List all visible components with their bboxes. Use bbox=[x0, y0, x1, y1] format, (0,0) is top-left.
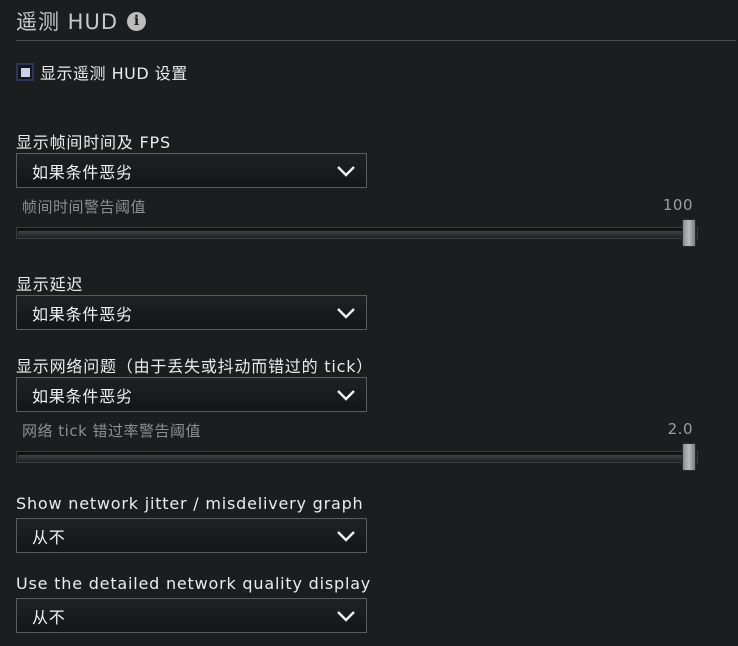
slider-fill bbox=[18, 455, 682, 460]
show-telemetry-hud-checkbox-row[interactable]: 显示遥测 HUD 设置 bbox=[16, 60, 188, 84]
frametime-warning-threshold-label: 帧间时间警告阈值 bbox=[22, 198, 147, 216]
network-problems-dropdown[interactable]: 如果条件恶劣 bbox=[16, 377, 367, 412]
slider-thumb[interactable] bbox=[682, 443, 696, 471]
network-problems-dropdown-value: 如果条件恶劣 bbox=[32, 386, 133, 406]
network-problems-label: 显示网络问题（由于丢失或抖动而错过的 tick） bbox=[16, 357, 374, 376]
info-icon[interactable]: i bbox=[127, 12, 147, 31]
section-header: 遥测 HUD i bbox=[16, 8, 736, 41]
frametime-fps-label: 显示帧间时间及 FPS bbox=[16, 133, 171, 152]
frametime-fps-dropdown-value: 如果条件恶劣 bbox=[32, 162, 133, 182]
chevron-down-icon bbox=[337, 307, 355, 319]
detailed-network-quality-label: Use the detailed network quality display bbox=[16, 574, 372, 593]
frametime-warning-threshold-value: 100 bbox=[662, 196, 693, 214]
jitter-graph-dropdown-value: 从不 bbox=[32, 527, 66, 547]
jitter-graph-label: Show network jitter / misdelivery graph bbox=[16, 494, 364, 513]
detailed-network-quality-dropdown-value: 从不 bbox=[32, 607, 66, 627]
latency-dropdown-value: 如果条件恶劣 bbox=[32, 304, 133, 324]
show-telemetry-hud-label: 显示遥测 HUD 设置 bbox=[40, 64, 188, 83]
section-title: 遥测 HUD bbox=[16, 10, 119, 34]
chevron-down-icon bbox=[337, 165, 355, 177]
checkbox-checked-mark bbox=[20, 67, 30, 77]
chevron-down-icon bbox=[337, 530, 355, 542]
frametime-warning-threshold-slider[interactable] bbox=[16, 219, 698, 247]
chevron-down-icon bbox=[337, 610, 355, 622]
jitter-graph-dropdown[interactable]: 从不 bbox=[16, 518, 367, 553]
show-telemetry-hud-checkbox[interactable] bbox=[16, 63, 34, 81]
latency-label: 显示延迟 bbox=[16, 275, 84, 294]
telemetry-hud-settings-page: 遥测 HUD i 显示遥测 HUD 设置 显示帧间时间及 FPS 如果条件恶劣 … bbox=[0, 0, 738, 646]
frametime-fps-dropdown[interactable]: 如果条件恶劣 bbox=[16, 153, 367, 188]
slider-fill bbox=[18, 231, 682, 236]
latency-dropdown[interactable]: 如果条件恶劣 bbox=[16, 295, 367, 330]
slider-thumb[interactable] bbox=[682, 219, 696, 247]
network-tick-miss-threshold-slider[interactable] bbox=[16, 443, 698, 471]
network-tick-miss-threshold-label: 网络 tick 错过率警告阈值 bbox=[22, 422, 202, 440]
chevron-down-icon bbox=[337, 389, 355, 401]
network-tick-miss-threshold-value: 2.0 bbox=[667, 420, 693, 438]
detailed-network-quality-dropdown[interactable]: 从不 bbox=[16, 598, 367, 633]
